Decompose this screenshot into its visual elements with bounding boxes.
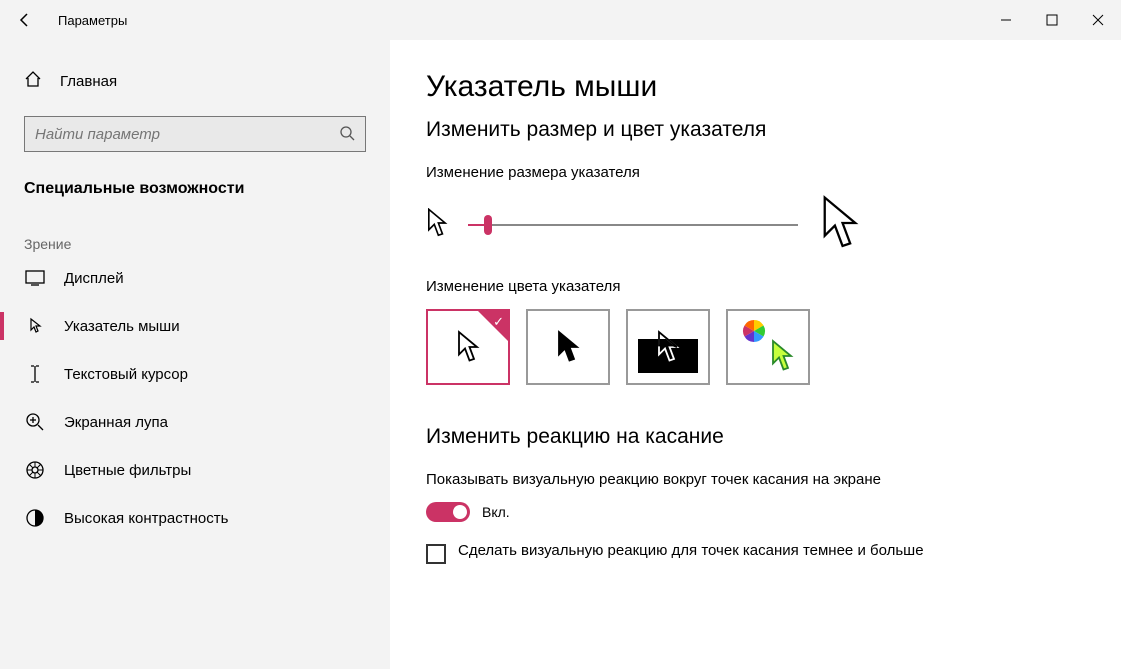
pointer-color-custom[interactable] bbox=[726, 309, 810, 385]
maximize-button[interactable] bbox=[1029, 0, 1075, 40]
color-label: Изменение цвета указателя bbox=[426, 278, 1085, 295]
pointer-color-black[interactable] bbox=[526, 309, 610, 385]
sidebar-item-high-contrast[interactable]: Высокая контрастность bbox=[0, 494, 390, 542]
search-icon bbox=[339, 125, 355, 144]
sidebar-item-label: Дисплей bbox=[64, 270, 124, 287]
size-label: Изменение размера указателя bbox=[426, 164, 1085, 181]
pointer-icon bbox=[24, 316, 46, 336]
sidebar-item-label: Указатель мыши bbox=[64, 318, 180, 335]
sidebar-item-color-filters[interactable]: Цветные фильтры bbox=[0, 446, 390, 494]
section-touch: Изменить реакцию на касание bbox=[426, 425, 1085, 449]
sidebar-item-text-cursor[interactable]: Текстовый курсор bbox=[0, 350, 390, 398]
slider-track bbox=[468, 224, 798, 226]
minimize-button[interactable] bbox=[983, 0, 1029, 40]
cursor-small-icon bbox=[426, 208, 448, 241]
sidebar-item-pointer[interactable]: Указатель мыши bbox=[0, 302, 390, 350]
close-button[interactable] bbox=[1075, 0, 1121, 40]
cursor-large-icon bbox=[818, 195, 862, 254]
home-label: Главная bbox=[60, 73, 117, 90]
sidebar: Главная Специальные возможности Зрение Д… bbox=[0, 40, 390, 669]
back-button[interactable] bbox=[0, 0, 50, 40]
main-content: Указатель мыши Изменить размер и цвет ук… bbox=[390, 40, 1121, 669]
sidebar-item-label: Цветные фильтры bbox=[64, 462, 191, 479]
search-box[interactable] bbox=[24, 116, 366, 152]
touch-darker-checkbox[interactable] bbox=[426, 544, 446, 564]
toggle-state-label: Вкл. bbox=[482, 504, 510, 520]
pointer-color-white[interactable]: ✓ bbox=[426, 309, 510, 385]
touch-feedback-toggle[interactable] bbox=[426, 502, 470, 522]
sidebar-item-magnifier[interactable]: Экранная лупа bbox=[0, 398, 390, 446]
toggle-knob bbox=[453, 505, 467, 519]
pointer-color-inverted[interactable] bbox=[626, 309, 710, 385]
search-input[interactable] bbox=[35, 126, 339, 143]
group-vision-label: Зрение bbox=[0, 206, 390, 254]
display-icon bbox=[24, 270, 46, 286]
slider-thumb[interactable] bbox=[484, 215, 492, 235]
home-icon bbox=[24, 70, 42, 92]
section-size-color: Изменить размер и цвет указателя bbox=[426, 118, 1085, 142]
page-title: Указатель мыши bbox=[426, 70, 1085, 104]
sidebar-item-display[interactable]: Дисплей bbox=[0, 254, 390, 302]
sidebar-item-label: Экранная лупа bbox=[64, 414, 168, 431]
sidebar-item-label: Высокая контрастность bbox=[64, 510, 228, 527]
check-icon: ✓ bbox=[493, 314, 504, 330]
touch-desc: Показывать визуальную реакцию вокруг точ… bbox=[426, 471, 1085, 488]
category-heading: Специальные возможности bbox=[0, 170, 390, 206]
pointer-size-slider[interactable] bbox=[468, 213, 798, 237]
text-cursor-icon bbox=[24, 364, 46, 384]
contrast-icon bbox=[24, 508, 46, 528]
window-title: Параметры bbox=[50, 13, 127, 28]
home-link[interactable]: Главная bbox=[0, 60, 390, 102]
magnifier-icon bbox=[24, 412, 46, 432]
sidebar-item-label: Текстовый курсор bbox=[64, 366, 188, 383]
checkbox-label: Сделать визуальную реакцию для точек кас… bbox=[458, 542, 924, 559]
color-filters-icon bbox=[24, 460, 46, 480]
